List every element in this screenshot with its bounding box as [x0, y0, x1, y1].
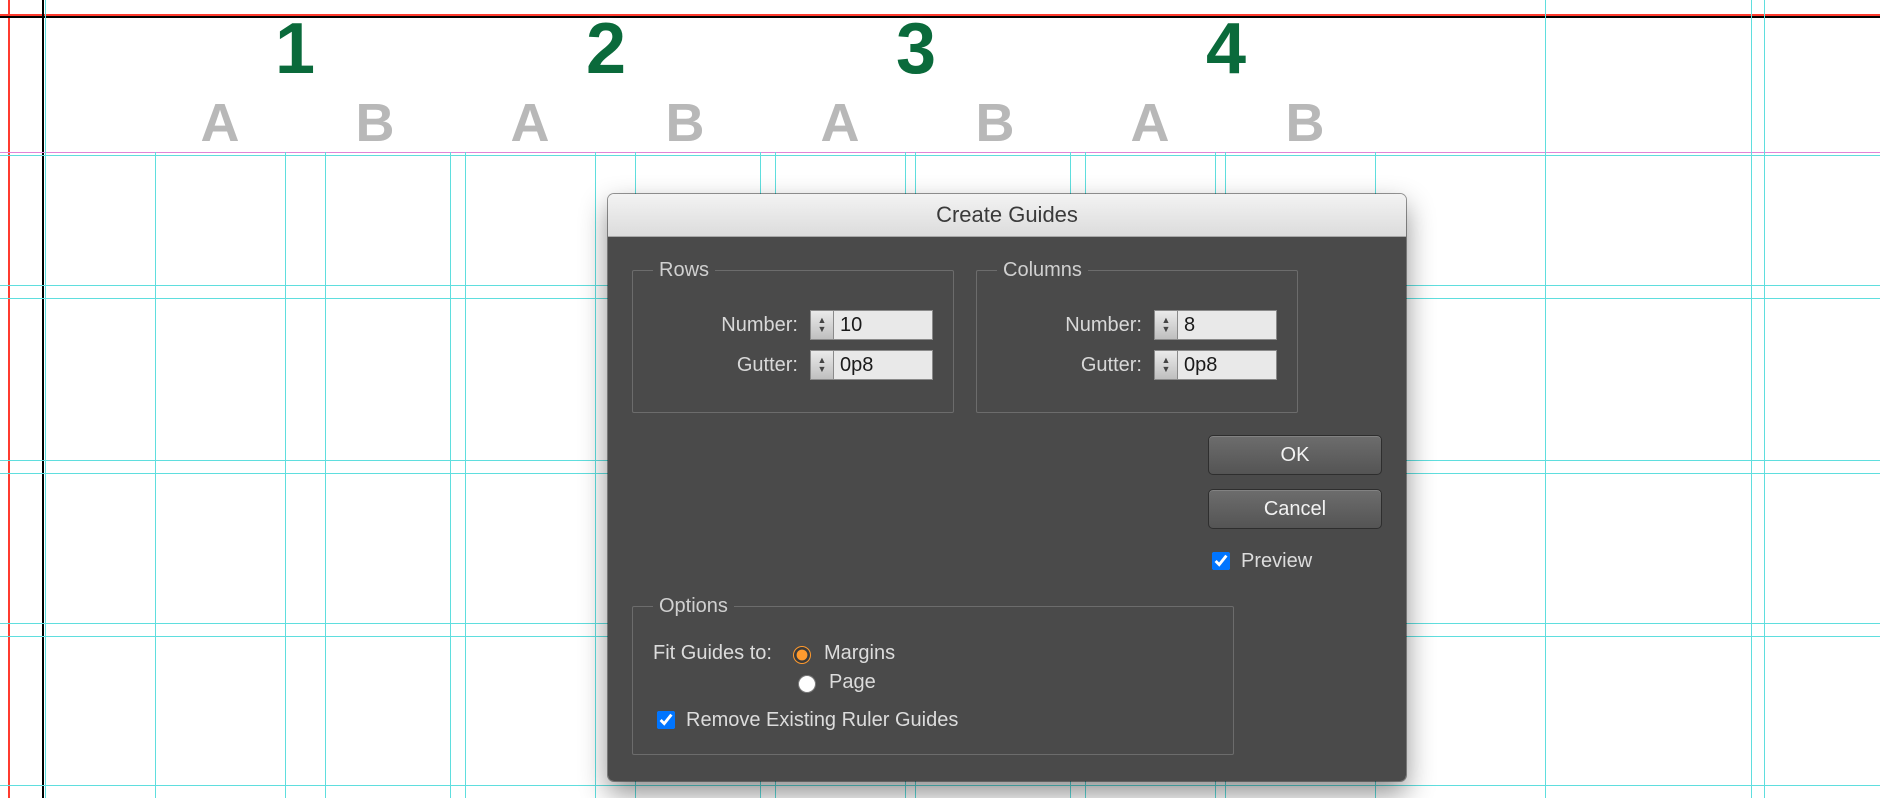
- rows-gutter-input[interactable]: [833, 350, 933, 380]
- annotation-letter-4: A: [821, 92, 860, 154]
- subcol-start-2: [465, 152, 466, 798]
- margin-guide-top: [0, 152, 1880, 153]
- col-guide-full-3: [1764, 0, 1765, 798]
- columns-number-label: Number:: [1065, 314, 1142, 337]
- rows-number-stepper[interactable]: ▲▼: [810, 310, 833, 340]
- annotation-number-4: 4: [1206, 8, 1246, 90]
- options-group: Options Fit Guides to: Margins Page Remo…: [632, 595, 1234, 755]
- annotation-letter-6: A: [1131, 92, 1170, 154]
- col-guide-full-2: [1751, 0, 1752, 798]
- annotation-number-3: 3: [896, 8, 936, 90]
- preview-checkbox[interactable]: [1212, 552, 1230, 570]
- columns-legend: Columns: [997, 259, 1088, 282]
- subcol-end-1: [450, 152, 451, 798]
- cancel-button[interactable]: Cancel: [1208, 489, 1382, 529]
- col-guide-full-0: [45, 0, 46, 798]
- subcol-start-1: [325, 152, 326, 798]
- remove-guides-label: Remove Existing Ruler Guides: [686, 709, 958, 732]
- subcol-end-0: [285, 152, 286, 798]
- annotation-letter-5: B: [976, 92, 1015, 154]
- rows-number-input[interactable]: [833, 310, 933, 340]
- rows-legend: Rows: [653, 259, 715, 282]
- ok-button[interactable]: OK: [1208, 435, 1382, 475]
- subcol-end-2: [595, 152, 596, 798]
- annotation-letter-1: B: [356, 92, 395, 154]
- create-guides-dialog: Create Guides Rows Number: ▲▼ Gutter: ▲▼: [608, 194, 1406, 781]
- annotation-letter-7: B: [1286, 92, 1325, 154]
- remove-guides-row[interactable]: Remove Existing Ruler Guides: [653, 708, 1213, 732]
- columns-gutter-input[interactable]: [1177, 350, 1277, 380]
- red-guide-v-left: [8, 0, 10, 798]
- options-legend: Options: [653, 595, 734, 618]
- columns-number-input[interactable]: [1177, 310, 1277, 340]
- rows-number-label: Number:: [721, 314, 798, 337]
- columns-gutter-stepper[interactable]: ▲▼: [1154, 350, 1177, 380]
- page-edge-left: [42, 0, 44, 798]
- dialog-title[interactable]: Create Guides: [608, 194, 1406, 237]
- columns-gutter-label: Gutter:: [1081, 354, 1142, 377]
- annotation-number-1: 1: [275, 8, 315, 90]
- annotation-letter-2: A: [511, 92, 550, 154]
- annotation-letter-3: B: [666, 92, 705, 154]
- remove-guides-checkbox[interactable]: [657, 711, 675, 729]
- fit-page-radio[interactable]: [798, 675, 816, 693]
- rows-gutter-stepper[interactable]: ▲▼: [810, 350, 833, 380]
- annotation-letter-0: A: [201, 92, 240, 154]
- fit-guides-label: Fit Guides to:: [653, 642, 772, 665]
- annotation-number-2: 2: [586, 8, 626, 90]
- row-guide-0: [0, 155, 1880, 156]
- col-guide-full-1: [1545, 0, 1546, 798]
- preview-checkbox-row[interactable]: Preview: [1208, 549, 1382, 573]
- fit-margins-label: Margins: [824, 642, 895, 665]
- fit-page-label: Page: [829, 671, 876, 694]
- rows-gutter-label: Gutter:: [737, 354, 798, 377]
- fit-margins-radio[interactable]: [793, 646, 811, 664]
- preview-label: Preview: [1241, 550, 1312, 573]
- columns-group: Columns Number: ▲▼ Gutter: ▲▼: [976, 259, 1298, 413]
- rows-group: Rows Number: ▲▼ Gutter: ▲▼: [632, 259, 954, 413]
- subcol-start-0: [155, 152, 156, 798]
- row-guide-7: [0, 785, 1880, 786]
- columns-number-stepper[interactable]: ▲▼: [1154, 310, 1177, 340]
